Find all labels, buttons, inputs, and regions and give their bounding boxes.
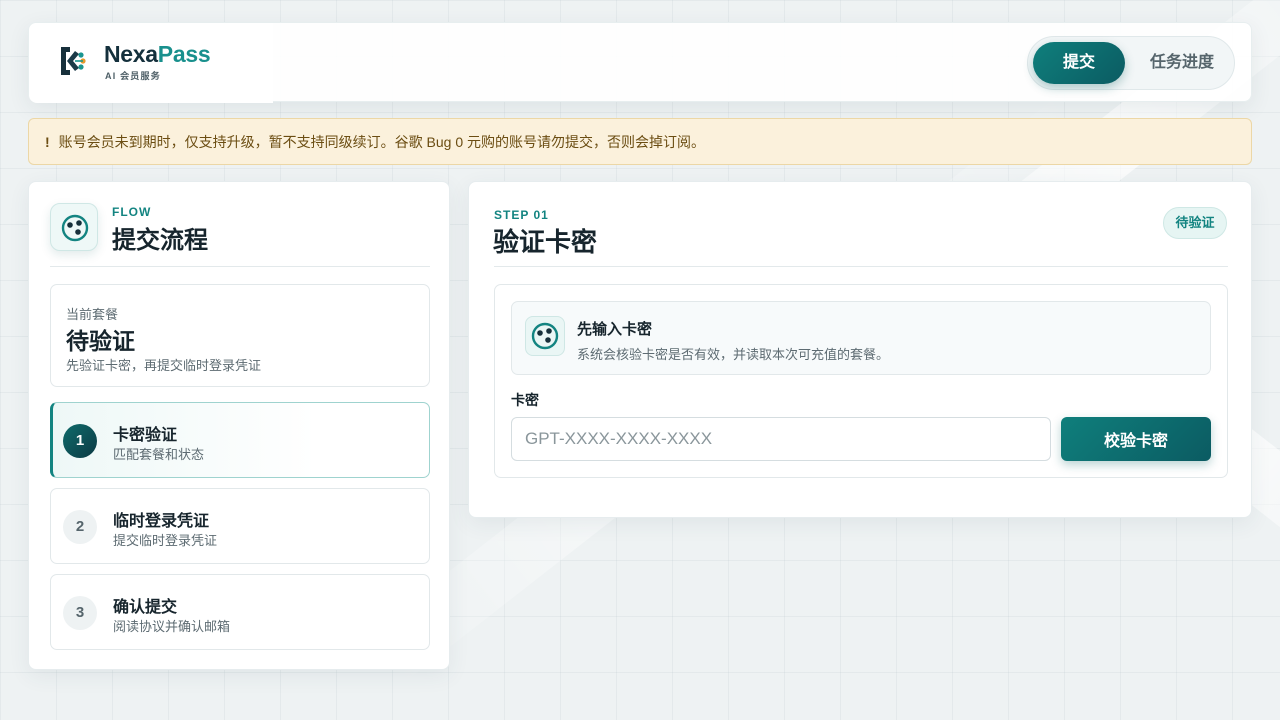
step-eyebrow: STEP 01 [494, 208, 549, 222]
card-key-label: 卡密 [511, 392, 539, 408]
step-subtitle: 阅读协议并确认邮箱 [113, 619, 231, 634]
nav-tab-submit[interactable]: 提交 [1033, 42, 1125, 84]
nexapass-logo-icon [61, 47, 86, 75]
step-title: 临时登录凭证 [113, 513, 210, 530]
verify-form: 先输入卡密 系统会核验卡密是否有效，并读取本次可充值的套餐。 卡密 校验卡密 [494, 284, 1228, 478]
divider [50, 266, 430, 267]
flow-title: 提交流程 [112, 227, 208, 254]
brand-subtitle: AI 会员服务 [105, 71, 161, 81]
notice-text: 账号会员未到期时，仅支持升级，暂不支持同级续订。谷歌 Bug 0 元购的账号请勿… [58, 133, 706, 150]
brand-name: NexaPass [104, 41, 211, 68]
verify-card-button[interactable]: 校验卡密 [1061, 417, 1211, 461]
flow-dots-icon [525, 316, 565, 356]
step-subtitle: 提交临时登录凭证 [113, 533, 218, 548]
step-title: 卡密验证 [113, 427, 178, 444]
divider [494, 266, 1228, 267]
hint-title: 先输入卡密 [577, 321, 653, 338]
step-item-verify-card[interactable]: 1 卡密验证 匹配套餐和状态 [50, 402, 430, 478]
notice-banner: ! 账号会员未到期时，仅支持升级，暂不支持同级续订。谷歌 Bug 0 元购的账号… [28, 118, 1252, 165]
brand-name-part1: Nexa [104, 41, 158, 67]
plan-value: 待验证 [66, 328, 135, 354]
hint-description: 系统会核验卡密是否有效，并读取本次可充值的套餐。 [577, 347, 890, 362]
nav-switcher: 提交 任务进度 [1027, 36, 1235, 90]
plan-label: 当前套餐 [66, 307, 119, 322]
flow-panel: FLOW 提交流程 当前套餐 待验证 先验证卡密，再提交临时登录凭证 1 卡密验… [28, 181, 450, 670]
step-number: 1 [63, 424, 97, 458]
step-item-login-credential[interactable]: 2 临时登录凭证 提交临时登录凭证 [50, 488, 430, 564]
brand-name-part2: Pass [157, 41, 211, 67]
top-header: NexaPass AI 会员服务 提交 任务进度 [28, 22, 1252, 103]
flow-eyebrow: FLOW [112, 205, 152, 219]
plan-description: 先验证卡密，再提交临时登录凭证 [66, 358, 262, 373]
flow-dots-icon [50, 203, 98, 251]
nav-tab-progress[interactable]: 任务进度 [1136, 42, 1228, 84]
step-number: 3 [63, 596, 97, 630]
warning-icon: ! [45, 133, 50, 150]
step-item-confirm-submit[interactable]: 3 确认提交 阅读协议并确认邮箱 [50, 574, 430, 650]
card-key-input[interactable] [511, 417, 1051, 461]
step-title: 确认提交 [113, 599, 178, 616]
current-plan-card: 当前套餐 待验证 先验证卡密，再提交临时登录凭证 [50, 284, 430, 387]
step-panel: STEP 01 验证卡密 待验证 先输入卡密 系统会核验卡密是否有效，并读取本次… [468, 181, 1252, 518]
step-heading: 验证卡密 [493, 227, 598, 257]
hint-box: 先输入卡密 系统会核验卡密是否有效，并读取本次可充值的套餐。 [511, 301, 1211, 375]
brand[interactable]: NexaPass AI 会员服务 [29, 23, 273, 103]
step-subtitle: 匹配套餐和状态 [113, 447, 205, 462]
step-number: 2 [63, 510, 97, 544]
status-badge: 待验证 [1163, 207, 1227, 239]
